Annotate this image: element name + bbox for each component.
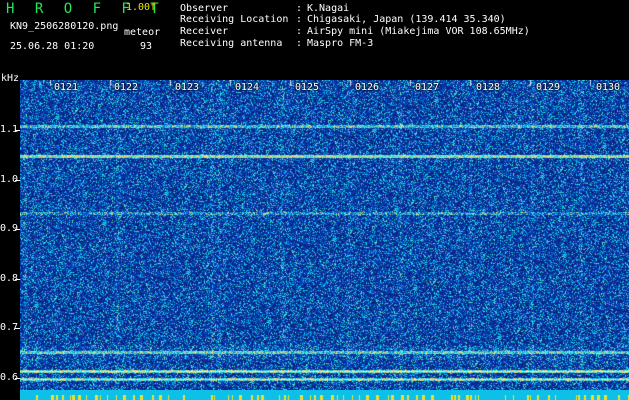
location-label: Receiving Location xyxy=(180,14,289,25)
meteor-count-value: 93 xyxy=(140,41,153,52)
time-label: 0122 xyxy=(114,82,139,93)
time-label: 0123 xyxy=(175,82,200,93)
info-separator: : xyxy=(296,14,303,25)
frequency-axis: 1.1 1.0 0.9 0.8 0.7 0.6 xyxy=(0,80,20,390)
time-label: 0127 xyxy=(415,82,440,93)
meteor-count-label: meteor xyxy=(124,27,161,38)
time-label: 0125 xyxy=(295,82,320,93)
hrofft-window: H R O F F T 1.00f KN9_2506280120.png 25.… xyxy=(0,0,629,400)
antenna-label: Receiving antenna xyxy=(180,38,283,49)
info-separator: : xyxy=(296,26,303,37)
time-label: 0128 xyxy=(476,82,501,93)
time-label: 0121 xyxy=(54,82,79,93)
info-separator: : xyxy=(296,38,303,49)
time-label: 0129 xyxy=(536,82,561,93)
receiver-value: AirSpy mini (Miakejima VOR 108.65MHz) xyxy=(307,26,530,37)
observer-value: K.Nagai xyxy=(307,3,350,14)
time-label: 0126 xyxy=(355,82,380,93)
info-separator: : xyxy=(296,3,303,14)
spectrogram-canvas xyxy=(20,80,629,390)
observer-label: Observer xyxy=(180,3,229,14)
capture-datetime: 25.06.28 01:20 xyxy=(10,41,95,52)
antenna-value: Maspro FM-3 xyxy=(307,38,374,49)
image-filename: KN9_2506280120.png xyxy=(10,21,119,32)
location-value: Chigasaki, Japan (139.414 35.340) xyxy=(307,14,506,25)
receiver-label: Receiver xyxy=(180,26,229,37)
time-label: 0130 xyxy=(596,82,621,93)
signal-level-canvas xyxy=(20,395,629,400)
time-label: 0124 xyxy=(235,82,260,93)
spectrogram-plot xyxy=(20,80,629,390)
signal-level-strip xyxy=(20,390,629,400)
app-version: 1.00f xyxy=(126,2,157,13)
